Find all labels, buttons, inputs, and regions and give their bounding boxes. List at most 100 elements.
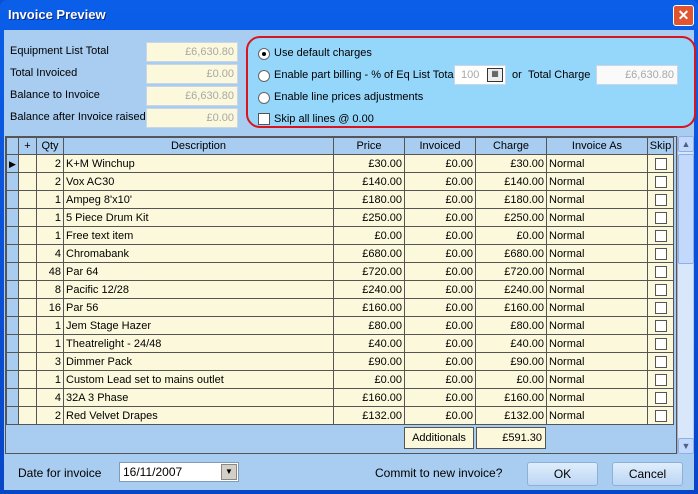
table-row[interactable]: 16 Par 56 £160.00 £0.00 £160.00 Normal (6, 298, 674, 317)
qty-cell[interactable]: 1 (36, 208, 64, 227)
invoice-as-cell[interactable]: Normal (546, 172, 648, 191)
invoiced-cell[interactable]: £0.00 (404, 208, 476, 227)
qty-cell[interactable]: 3 (36, 352, 64, 371)
table-row[interactable]: 4 Chromabank £680.00 £0.00 £680.00 Norma… (6, 244, 674, 263)
invoiced-cell[interactable]: £0.00 (404, 298, 476, 317)
price-cell[interactable]: £160.00 (333, 388, 405, 407)
row-indicator[interactable] (6, 262, 19, 281)
expand-cell[interactable] (18, 280, 37, 299)
table-row[interactable]: 8 Pacific 12/28 £240.00 £0.00 £240.00 No… (6, 280, 674, 299)
description-cell[interactable]: Par 56 (63, 298, 334, 317)
invoiced-cell[interactable]: £0.00 (404, 262, 476, 281)
expand-cell[interactable] (18, 208, 37, 227)
ok-button[interactable]: OK (527, 462, 598, 486)
chevron-down-icon[interactable]: ▼ (221, 464, 237, 480)
price-cell[interactable]: £140.00 (333, 172, 405, 191)
skip-cell[interactable] (647, 226, 674, 245)
skip-checkbox[interactable] (654, 193, 667, 206)
column-header[interactable]: Skip (647, 137, 674, 155)
skip-checkbox[interactable] (654, 301, 667, 314)
skip-checkbox[interactable] (654, 229, 667, 242)
qty-cell[interactable]: 2 (36, 406, 64, 425)
calculator-icon[interactable]: ▦ (487, 68, 503, 82)
price-cell[interactable]: £0.00 (333, 226, 405, 245)
skip-checkbox[interactable] (654, 283, 667, 296)
skip-cell[interactable] (647, 190, 674, 209)
column-header[interactable]: Charge (475, 137, 547, 155)
charge-cell[interactable]: £240.00 (475, 280, 547, 299)
invoice-as-cell[interactable]: Normal (546, 334, 648, 353)
invoiced-cell[interactable]: £0.00 (404, 388, 476, 407)
total-charge-input[interactable]: £6,630.80 (596, 65, 678, 85)
invoiced-cell[interactable]: £0.00 (404, 280, 476, 299)
scroll-thumb[interactable] (678, 154, 694, 264)
description-cell[interactable]: Par 64 (63, 262, 334, 281)
description-cell[interactable]: Vox AC30 (63, 172, 334, 191)
price-cell[interactable]: £90.00 (333, 352, 405, 371)
invoiced-cell[interactable]: £0.00 (404, 352, 476, 371)
expand-cell[interactable] (18, 352, 37, 371)
skip-checkbox[interactable] (654, 391, 667, 404)
invoice-as-cell[interactable]: Normal (546, 352, 648, 371)
row-indicator[interactable] (6, 280, 19, 299)
table-row[interactable]: 1 Custom Lead set to mains outlet £0.00 … (6, 370, 674, 389)
qty-cell[interactable]: 4 (36, 388, 64, 407)
expand-cell[interactable] (18, 154, 37, 173)
invoice-as-cell[interactable]: Normal (546, 298, 648, 317)
skip-cell[interactable] (647, 370, 674, 389)
skip-cell[interactable] (647, 388, 674, 407)
column-header[interactable]: Invoice As (546, 137, 648, 155)
qty-cell[interactable]: 4 (36, 244, 64, 263)
invoice-as-cell[interactable]: Normal (546, 262, 648, 281)
expand-cell[interactable] (18, 316, 37, 335)
invoiced-cell[interactable]: £0.00 (404, 226, 476, 245)
qty-cell[interactable]: 16 (36, 298, 64, 317)
charge-cell[interactable]: £720.00 (475, 262, 547, 281)
table-row[interactable]: 1 Jem Stage Hazer £80.00 £0.00 £80.00 No… (6, 316, 674, 335)
column-header[interactable]: Invoiced (404, 137, 476, 155)
skip-cell[interactable] (647, 352, 674, 371)
description-cell[interactable]: Ampeg 8'x10' (63, 190, 334, 209)
table-row[interactable]: 1 Theatrelight - 24/48 £40.00 £0.00 £40.… (6, 334, 674, 353)
invoice-date-combo[interactable]: 16/11/2007 ▼ (119, 462, 239, 482)
qty-cell[interactable]: 2 (36, 154, 64, 173)
invoice-as-cell[interactable]: Normal (546, 244, 648, 263)
qty-cell[interactable]: 2 (36, 172, 64, 191)
table-row[interactable]: 1 Free text item £0.00 £0.00 £0.00 Norma… (6, 226, 674, 245)
description-cell[interactable]: Custom Lead set to mains outlet (63, 370, 334, 389)
column-header[interactable]: Description (63, 137, 334, 155)
description-cell[interactable]: Dimmer Pack (63, 352, 334, 371)
invoice-as-cell[interactable]: Normal (546, 154, 648, 173)
column-header[interactable]: Qty (36, 137, 64, 155)
invoiced-cell[interactable]: £0.00 (404, 172, 476, 191)
table-row[interactable]: 2 Vox AC30 £140.00 £0.00 £140.00 Normal (6, 172, 674, 191)
table-row[interactable]: 3 Dimmer Pack £90.00 £0.00 £90.00 Normal (6, 352, 674, 371)
invoice-as-cell[interactable]: Normal (546, 208, 648, 227)
skip-cell[interactable] (647, 298, 674, 317)
charge-cell[interactable]: £680.00 (475, 244, 547, 263)
charge-cell[interactable]: £90.00 (475, 352, 547, 371)
charge-cell[interactable]: £0.00 (475, 370, 547, 389)
default-charges-radio[interactable] (258, 48, 270, 60)
skip-cell[interactable] (647, 262, 674, 281)
invoice-as-cell[interactable]: Normal (546, 388, 648, 407)
invoice-as-cell[interactable]: Normal (546, 316, 648, 335)
invoiced-cell[interactable]: £0.00 (404, 154, 476, 173)
expand-cell[interactable] (18, 388, 37, 407)
close-icon[interactable]: ✕ (673, 5, 694, 26)
qty-cell[interactable]: 48 (36, 262, 64, 281)
row-indicator[interactable] (6, 334, 19, 353)
skip-checkbox[interactable] (654, 373, 667, 386)
skip-checkbox[interactable] (654, 265, 667, 278)
charge-cell[interactable]: £140.00 (475, 172, 547, 191)
part-billing-radio[interactable] (258, 70, 270, 82)
skip-checkbox[interactable] (654, 175, 667, 188)
charge-cell[interactable]: £40.00 (475, 334, 547, 353)
expand-cell[interactable] (18, 244, 37, 263)
description-cell[interactable]: Pacific 12/28 (63, 280, 334, 299)
skip-cell[interactable] (647, 280, 674, 299)
table-row[interactable]: 2 Red Velvet Drapes £132.00 £0.00 £132.0… (6, 406, 674, 425)
invoiced-cell[interactable]: £0.00 (404, 244, 476, 263)
table-row[interactable]: 1 5 Piece Drum Kit £250.00 £0.00 £250.00… (6, 208, 674, 227)
description-cell[interactable]: Free text item (63, 226, 334, 245)
